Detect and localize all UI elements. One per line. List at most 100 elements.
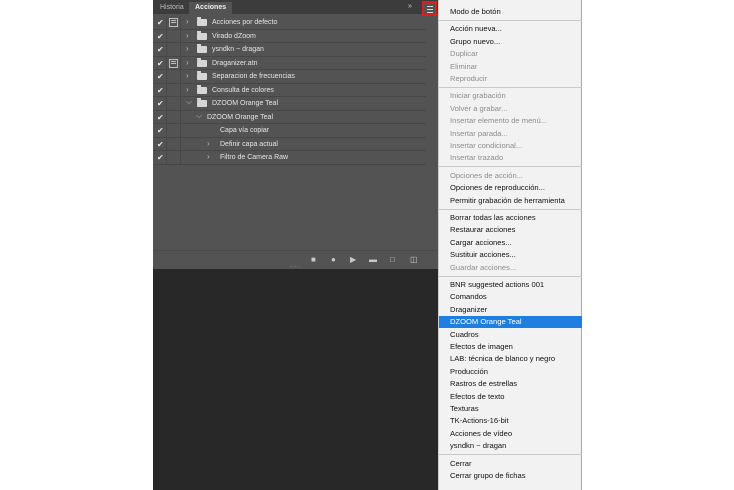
dialog-toggle-icon[interactable] xyxy=(169,140,178,149)
menu-item[interactable]: Restaurar acciones xyxy=(439,224,582,236)
chevron-down-icon[interactable]: ⌵ xyxy=(196,111,202,121)
dialog-toggle-icon[interactable] xyxy=(169,153,178,162)
dialog-toggle-icon[interactable] xyxy=(169,18,178,27)
menu-item[interactable]: Permitir grabación de herramienta xyxy=(439,195,582,207)
menu-separator xyxy=(439,208,582,210)
action-row[interactable]: ✔ › Draganizer.atn xyxy=(153,56,426,70)
actions-flyout-menu: Modo de botón Acción nueva... Grupo nuevo.… xyxy=(438,0,582,490)
chevron-down-icon[interactable]: ⌵ xyxy=(186,97,192,107)
action-row-label: Capa vía copiar xyxy=(220,127,270,134)
folder-icon xyxy=(197,98,207,107)
action-row-label: Definir capa actual xyxy=(220,140,278,148)
dialog-toggle-icon[interactable] xyxy=(169,45,178,54)
folder-icon xyxy=(197,71,207,80)
menu-item[interactable]: Acción nueva... xyxy=(439,23,582,35)
dialog-toggle-icon[interactable] xyxy=(169,113,178,122)
checkmark-icon[interactable]: ✔ xyxy=(157,32,164,41)
menu-item: Insertar parada... xyxy=(450,128,508,138)
menu-item: Guardar acciones... xyxy=(450,262,517,272)
trash-icon[interactable]: ◫ xyxy=(410,255,418,264)
play-icon[interactable]: ▶ xyxy=(350,255,356,264)
checkmark-icon[interactable]: ✔ xyxy=(157,126,164,135)
dialog-toggle-icon[interactable] xyxy=(169,86,178,95)
checkmark-icon[interactable]: ✔ xyxy=(157,45,164,54)
chevron-right-icon[interactable]: › xyxy=(207,152,210,162)
chevron-right-icon[interactable]: › xyxy=(186,17,189,27)
action-row-label: Virado dZoom xyxy=(212,32,256,40)
checkmark-icon[interactable]: ✔ xyxy=(157,99,164,108)
menu-item[interactable]: Producción xyxy=(439,366,582,378)
dialog-toggle-icon[interactable] xyxy=(169,72,178,81)
tab-actions[interactable]: Acciones xyxy=(189,2,233,14)
menu-item[interactable]: Comandos xyxy=(439,291,582,303)
menu-item[interactable]: Sustituir acciones... xyxy=(439,249,582,261)
scrollbar[interactable] xyxy=(427,16,438,251)
action-row[interactable]: ✔ › Definir capa actual xyxy=(153,137,426,151)
dialog-toggle-icon[interactable] xyxy=(169,58,178,68)
menu-item: Eliminar xyxy=(450,61,478,71)
menu-item[interactable]: ysndkn ~ dragan xyxy=(439,440,582,452)
chevron-right-icon[interactable]: › xyxy=(186,44,189,54)
checkmark-icon[interactable]: ✔ xyxy=(157,86,164,95)
menu-item[interactable]: Borrar todas las acciones xyxy=(439,212,582,224)
menu-item[interactable]: Texturas xyxy=(439,403,582,415)
menu-item[interactable]: Cuadros xyxy=(439,329,582,341)
menu-item[interactable]: TK-Actions-16-bit xyxy=(439,415,582,427)
record-icon[interactable]: ● xyxy=(331,255,336,264)
checkmark-icon[interactable]: ✔ xyxy=(157,18,164,27)
menu-item: Duplicar xyxy=(450,49,478,59)
hamburger-menu-icon[interactable] xyxy=(422,1,437,16)
action-row[interactable]: ✔ ⌵ DZOOM Orange Teal xyxy=(153,110,426,124)
action-row[interactable]: ✔ › Virado dZoom xyxy=(153,29,426,43)
action-row[interactable]: ✔ Capa vía copiar xyxy=(153,124,426,138)
folder-icon xyxy=(197,57,207,67)
new-set-folder-icon[interactable]: ▬ xyxy=(369,255,377,264)
chevron-right-icon[interactable]: › xyxy=(186,85,189,95)
action-row[interactable]: ✔ › Consulta de colores xyxy=(153,83,426,97)
action-row[interactable]: ✔ ⌵ DZOOM Orange Teal xyxy=(153,97,426,111)
menu-item[interactable]: Cerrar xyxy=(439,458,582,470)
menu-item[interactable]: Modo de botón xyxy=(439,6,582,18)
checkmark-icon[interactable]: ✔ xyxy=(157,59,164,68)
actions-list: ✔ › Acciones por defecto ✔ › Virado dZoom ✔ › ys… xyxy=(153,16,426,165)
menu-item[interactable]: Opciones de reproducción... xyxy=(439,182,582,194)
checkmark-icon[interactable]: ✔ xyxy=(157,140,164,149)
menu-item[interactable]: BNR suggested actions 001 xyxy=(439,279,582,291)
action-row[interactable]: ✔ › ysndkn ~ dragan xyxy=(153,43,426,57)
dialog-toggle-icon[interactable] xyxy=(169,99,178,108)
action-row[interactable]: ✔ › Acciones por defecto xyxy=(153,16,426,30)
action-row[interactable]: ✔ › Filtro de Camera Raw xyxy=(153,151,426,165)
action-row-label: Consulta de colores xyxy=(212,86,274,94)
menu-item[interactable]: Grupo nuevo... xyxy=(439,36,582,48)
chevron-right-icon[interactable]: › xyxy=(207,139,210,149)
checkmark-icon[interactable]: ✔ xyxy=(157,72,164,81)
menu-item[interactable]: Efectos de imagen xyxy=(439,341,582,353)
menu-item[interactable]: DZOOM Orange Teal xyxy=(439,316,582,329)
chevron-right-icon[interactable]: › xyxy=(186,71,189,81)
panel-tab-bar: Historia Acciones » xyxy=(153,0,438,14)
menu-item: Reproducir xyxy=(450,74,488,83)
chevron-right-icon[interactable]: › xyxy=(186,31,189,41)
folder-icon xyxy=(197,84,207,94)
chevron-right-icon[interactable]: › xyxy=(186,58,189,68)
menu-item: Opciones de acción... xyxy=(450,170,524,180)
dialog-toggle-icon[interactable] xyxy=(169,126,178,135)
menu-item: Volver a grabar... xyxy=(450,103,508,113)
collapse-panel-icon[interactable]: » xyxy=(408,2,412,12)
checkmark-icon[interactable]: ✔ xyxy=(157,113,164,122)
checkmark-icon[interactable]: ✔ xyxy=(157,153,164,162)
menu-item[interactable]: Acciones de vídeo xyxy=(439,428,582,440)
menu-item[interactable]: Cargar acciones... xyxy=(439,237,582,249)
new-action-icon[interactable]: □ xyxy=(390,255,395,264)
action-row-label: DZOOM Orange Teal xyxy=(212,100,279,107)
menu-item[interactable]: LAB: técnica de blanco y negro xyxy=(439,353,582,365)
menu-item[interactable]: Cerrar grupo de fichas xyxy=(439,470,582,482)
menu-item[interactable]: Efectos de texto xyxy=(439,391,582,403)
actions-panel: Historia Acciones » ✔ › Acciones por defec… xyxy=(153,0,438,490)
dialog-toggle-icon[interactable] xyxy=(169,32,178,41)
stop-icon[interactable]: ■ xyxy=(311,255,316,264)
action-row[interactable]: ✔ › Separacion de frecuencias xyxy=(153,70,426,84)
menu-item[interactable]: Draganizer xyxy=(439,304,582,316)
tab-history[interactable]: Historia xyxy=(155,2,189,14)
menu-item[interactable]: Rastros de estrellas xyxy=(439,378,582,390)
